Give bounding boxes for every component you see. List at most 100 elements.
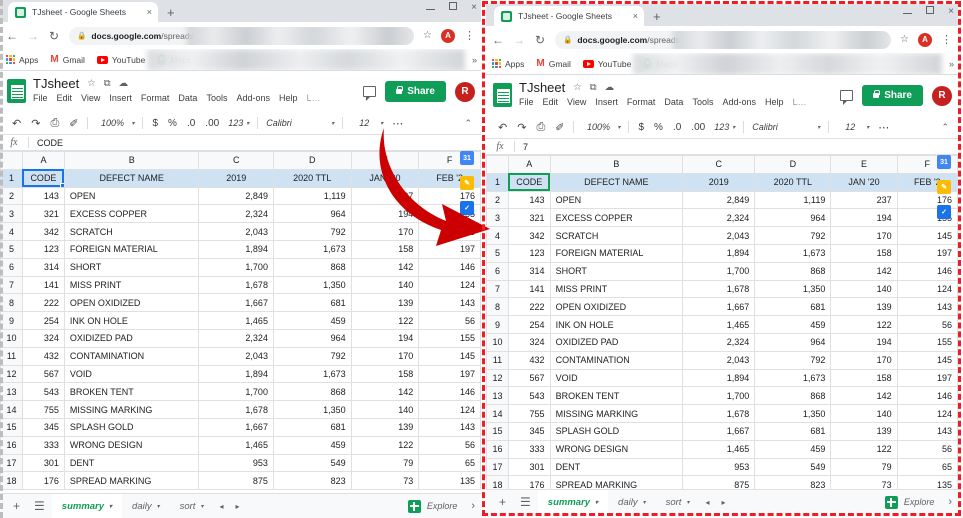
- column-header-c[interactable]: C: [199, 152, 273, 170]
- row-header[interactable]: 18: [1, 472, 23, 490]
- undo-icon[interactable]: ↶: [493, 121, 512, 134]
- collapse-toolbar-icon[interactable]: ⌃: [464, 118, 472, 129]
- menu-insert[interactable]: Insert: [109, 93, 132, 103]
- cell-defect-name[interactable]: OPEN: [550, 191, 683, 209]
- reload-icon[interactable]: ↻: [48, 29, 60, 43]
- explore-button[interactable]: Explore: [885, 496, 939, 509]
- cell-jan[interactable]: 170: [351, 223, 419, 241]
- cell-2020-ttl[interactable]: 1,119: [273, 187, 351, 205]
- cell-2019[interactable]: 1,465: [683, 440, 755, 458]
- menu-data[interactable]: Data: [178, 93, 197, 103]
- column-header-a[interactable]: A: [22, 152, 64, 170]
- row-header[interactable]: 3: [487, 209, 509, 227]
- cell-defect-name[interactable]: OXIDIZED PAD: [64, 329, 199, 347]
- cell-defect-name[interactable]: SHORT: [64, 258, 199, 276]
- bookmark-gmail[interactable]: M Gmail: [536, 59, 571, 69]
- row-header[interactable]: 16: [487, 440, 509, 458]
- cell-2019[interactable]: 1,700: [199, 383, 273, 401]
- cell-2019[interactable]: 1,678: [683, 280, 755, 298]
- collapse-toolbar-icon[interactable]: ⌃: [941, 122, 949, 133]
- cell-jan[interactable]: 158: [831, 369, 897, 387]
- row-header[interactable]: 10: [487, 333, 509, 351]
- cell-feb[interactable]: 56: [419, 312, 481, 330]
- close-window-icon[interactable]: ×: [948, 7, 954, 17]
- cell-2019[interactable]: 1,667: [683, 298, 755, 316]
- cell-code[interactable]: 123: [508, 244, 550, 262]
- cell-2019[interactable]: 1,700: [683, 262, 755, 280]
- cell-jan[interactable]: 158: [351, 365, 419, 383]
- cell-2019[interactable]: 2,324: [199, 205, 273, 223]
- row-header[interactable]: 2: [1, 187, 23, 205]
- cell-jan[interactable]: 140: [351, 276, 419, 294]
- cell-code[interactable]: 342: [508, 227, 550, 245]
- cell-2019[interactable]: 2,324: [683, 333, 755, 351]
- cell-c1[interactable]: 2019: [199, 169, 273, 187]
- share-button[interactable]: Share: [862, 85, 923, 106]
- cell-defect-name[interactable]: FOREIGN MATERIAL: [64, 240, 199, 258]
- user-avatar[interactable]: R: [455, 82, 475, 102]
- row-header[interactable]: 1: [1, 169, 23, 187]
- cell-jan[interactable]: 142: [351, 258, 419, 276]
- cell-code[interactable]: 345: [508, 422, 550, 440]
- font-selector[interactable]: Calibri ▾: [262, 118, 338, 128]
- cell-b1[interactable]: DEFECT NAME: [550, 173, 683, 191]
- row-header[interactable]: 9: [1, 312, 23, 330]
- font-selector[interactable]: Calibri ▾: [748, 122, 824, 132]
- move-to-folder-icon[interactable]: ⧉: [104, 78, 111, 89]
- explore-button[interactable]: Explore: [408, 500, 462, 513]
- row-header[interactable]: 14: [487, 405, 509, 423]
- bookmark-youtube[interactable]: YouTube: [583, 59, 631, 69]
- menu-view[interactable]: View: [81, 93, 100, 103]
- sheet-tab-sort[interactable]: sort ▾: [656, 490, 700, 515]
- cell-2020-ttl[interactable]: 792: [755, 351, 831, 369]
- menu-edit[interactable]: Edit: [543, 97, 559, 107]
- prev-sheet-icon[interactable]: ◂: [213, 502, 229, 511]
- cell-feb[interactable]: 65: [897, 458, 957, 476]
- cell-defect-name[interactable]: WRONG DESIGN: [64, 436, 199, 454]
- sheet-tab-sort[interactable]: sort ▾: [170, 494, 214, 518]
- number-format-selector[interactable]: 123 ▾: [710, 122, 739, 132]
- browser-profile-avatar[interactable]: A: [918, 33, 932, 47]
- menu-help[interactable]: Help: [279, 93, 298, 103]
- cell-2020-ttl[interactable]: 459: [273, 436, 351, 454]
- cell-2019[interactable]: 1,678: [199, 401, 273, 419]
- cell-jan[interactable]: 194: [351, 205, 419, 223]
- all-sheets-button[interactable]: ☰: [27, 499, 52, 513]
- sheet-tab-summary[interactable]: summary ▾: [52, 494, 122, 518]
- cell-defect-name[interactable]: WRONG DESIGN: [550, 440, 683, 458]
- bookmark-apps[interactable]: Apps: [492, 59, 524, 69]
- cell-defect-name[interactable]: OXIDIZED PAD: [550, 333, 683, 351]
- row-header[interactable]: 4: [487, 227, 509, 245]
- cell-2019[interactable]: 2,324: [683, 209, 755, 227]
- cell-jan[interactable]: 194: [351, 329, 419, 347]
- menu-format[interactable]: Format: [627, 97, 656, 107]
- cell-feb[interactable]: 197: [897, 369, 957, 387]
- select-all-corner[interactable]: [487, 156, 509, 174]
- row-header[interactable]: 7: [487, 280, 509, 298]
- cell-jan[interactable]: 139: [351, 418, 419, 436]
- cell-defect-name[interactable]: BROKEN TENT: [550, 387, 683, 405]
- formula-input[interactable]: 7: [515, 142, 528, 152]
- menu-view[interactable]: View: [567, 97, 586, 107]
- cell-code[interactable]: 314: [508, 262, 550, 280]
- menu-file[interactable]: File: [33, 93, 48, 103]
- cell-defect-name[interactable]: SPREAD MARKING: [64, 472, 199, 490]
- cell-2020-ttl[interactable]: 868: [755, 387, 831, 405]
- cell-feb[interactable]: 124: [419, 401, 481, 419]
- row-header[interactable]: 10: [1, 329, 23, 347]
- cell-2020-ttl[interactable]: 459: [755, 440, 831, 458]
- row-header[interactable]: 13: [487, 387, 509, 405]
- row-header[interactable]: 4: [1, 223, 23, 241]
- cell-feb[interactable]: 124: [419, 276, 481, 294]
- more-options-icon[interactable]: ⋯: [387, 117, 408, 130]
- print-icon[interactable]: ⎙: [531, 121, 550, 134]
- cell-2019[interactable]: 1,667: [199, 418, 273, 436]
- cell-2020-ttl[interactable]: 459: [755, 316, 831, 334]
- cell-code[interactable]: 254: [508, 316, 550, 334]
- row-header[interactable]: 11: [1, 347, 23, 365]
- cell-code[interactable]: 123: [22, 240, 64, 258]
- cell-2020-ttl[interactable]: 1,350: [273, 401, 351, 419]
- cell-defect-name[interactable]: MISSING MARKING: [64, 401, 199, 419]
- cell-code[interactable]: 333: [22, 436, 64, 454]
- cell-2020-ttl[interactable]: 1,119: [755, 191, 831, 209]
